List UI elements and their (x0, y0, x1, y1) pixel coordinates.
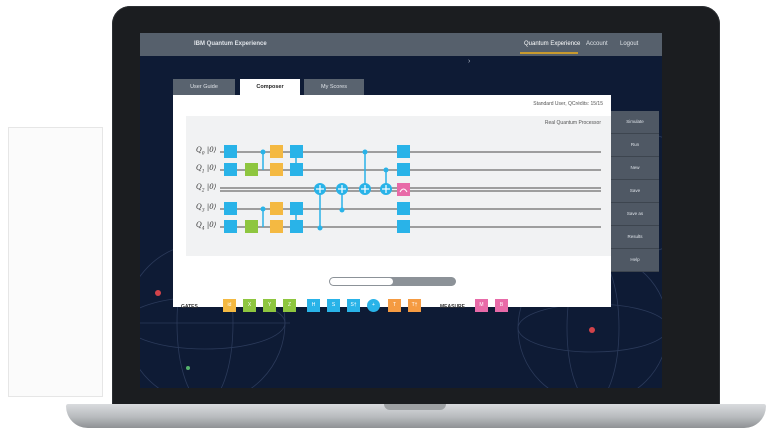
circuit-diagram (220, 145, 601, 233)
circuit-scrollbar[interactable] (329, 277, 456, 286)
circuit-canvas[interactable]: Real Quantum Processor Q0 |0⟩ Q1 |0⟩ Q2 … (186, 116, 614, 256)
gate-sdg[interactable]: S† (347, 299, 360, 312)
laptop-notch (384, 404, 446, 410)
app-title: IBM Quantum Experience (194, 41, 267, 47)
gate-h[interactable]: H (307, 299, 320, 312)
gate-cnot[interactable]: + (367, 299, 380, 312)
nav-quantum-experience[interactable]: Quantum Experience (524, 41, 580, 47)
gate-id[interactable]: id (223, 299, 236, 312)
tab-composer[interactable]: Composer (240, 79, 300, 96)
save-button[interactable]: Save (611, 180, 659, 203)
side-panel (8, 127, 103, 397)
run-button[interactable]: Run (611, 134, 659, 157)
save-as-button[interactable]: Save as (611, 203, 659, 226)
gate-s[interactable]: S (327, 299, 340, 312)
screen: IBM Quantum Experience Quantum Experienc… (140, 33, 662, 388)
nav-logout[interactable]: Logout (620, 41, 638, 47)
gates-label: GATES (181, 304, 198, 310)
new-button[interactable]: New (611, 157, 659, 180)
tab-my-scores[interactable]: My Scores (304, 79, 364, 96)
user-credits: Standard User, QCrédits: 15/15 (533, 101, 603, 107)
help-button[interactable]: Help (611, 249, 659, 272)
gate-z[interactable]: Z (283, 299, 296, 312)
gate-x[interactable]: X (243, 299, 256, 312)
composer-card: Standard User, QCrédits: 15/15 Real Quan… (173, 95, 614, 312)
top-bar: IBM Quantum Experience Quantum Experienc… (140, 33, 662, 56)
scrollbar-thumb[interactable] (330, 278, 393, 285)
gate-y[interactable]: Y (263, 299, 276, 312)
results-button[interactable]: Results (611, 226, 659, 249)
simulate-button[interactable]: Simulate (611, 111, 659, 134)
gate-barrier[interactable]: B (495, 299, 508, 312)
tab-user-guide[interactable]: User Guide (173, 79, 235, 96)
gate-t[interactable]: T (388, 299, 401, 312)
measure-label: MEASURE (440, 304, 466, 310)
chevron-right-icon[interactable]: › (468, 58, 470, 65)
nav-active-indicator (520, 52, 578, 54)
gate-measure[interactable]: M (475, 299, 488, 312)
nav-account[interactable]: Account (586, 41, 608, 47)
gate-tdg[interactable]: T† (408, 299, 421, 312)
